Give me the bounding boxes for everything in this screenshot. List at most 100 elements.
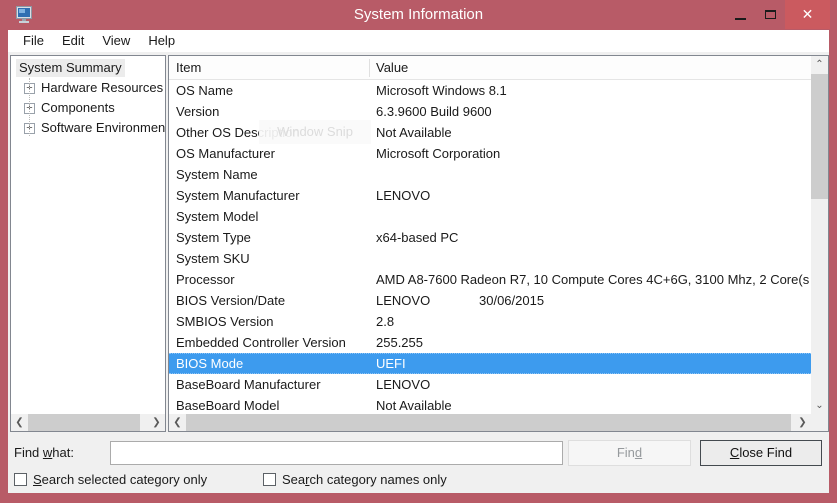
column-header-value[interactable]: Value bbox=[376, 56, 408, 80]
column-divider[interactable] bbox=[369, 59, 370, 77]
minimize-button[interactable] bbox=[725, 0, 755, 29]
menu-edit[interactable]: Edit bbox=[53, 30, 93, 52]
row-item-cell: System Type bbox=[176, 227, 368, 248]
scroll-right-icon[interactable]: ❯ bbox=[148, 414, 165, 431]
close-icon: ✕ bbox=[802, 6, 814, 23]
table-row[interactable]: SMBIOS Version 2.8 bbox=[169, 311, 811, 332]
tree-item-system-summary[interactable]: System Summary bbox=[11, 58, 165, 78]
table-hscroll-thumb[interactable] bbox=[186, 414, 791, 431]
table-row[interactable]: BIOS Mode UEFI bbox=[169, 353, 811, 374]
row-value-cell bbox=[376, 164, 809, 185]
menu-file[interactable]: File bbox=[14, 30, 53, 52]
table-row[interactable]: Processor AMD A8-7600 Radeon R7, 10 Compu… bbox=[169, 269, 811, 290]
row-item-cell: System Name bbox=[176, 164, 368, 185]
tree-item-software-environment[interactable]: +Software Environment bbox=[11, 118, 165, 138]
row-item-cell: Embedded Controller Version bbox=[176, 332, 368, 353]
row-item-cell: SMBIOS Version bbox=[176, 311, 368, 332]
table-row[interactable]: Version 6.3.9600 Build 9600 bbox=[169, 101, 811, 122]
row-item-cell: System SKU bbox=[176, 248, 368, 269]
tree-item-hardware-resources[interactable]: +Hardware Resources bbox=[11, 78, 165, 98]
table-row[interactable]: OS Manufacturer Microsoft Corporation bbox=[169, 143, 811, 164]
tree-connector-line bbox=[29, 78, 30, 136]
search-category-names-checkbox[interactable]: Search category names only bbox=[263, 470, 447, 488]
table-row[interactable]: System SKU bbox=[169, 248, 811, 269]
scroll-right-icon[interactable]: ❯ bbox=[794, 414, 811, 431]
tree-item-label: System Summary bbox=[16, 59, 125, 77]
row-value-cell: Microsoft Corporation bbox=[376, 143, 809, 164]
table-row[interactable]: BaseBoard Manufacturer LENOVO bbox=[169, 374, 811, 395]
row-item-cell: Processor bbox=[176, 269, 368, 290]
search-selected-category-checkbox[interactable]: Search selected category only bbox=[14, 470, 207, 488]
scrollbar-corner bbox=[811, 414, 828, 431]
row-value-cell: 6.3.9600 Build 9600 bbox=[376, 101, 809, 122]
row-item-cell: BIOS Mode bbox=[176, 354, 368, 373]
scroll-up-icon[interactable]: ⌃ bbox=[811, 56, 828, 73]
tree-horizontal-scrollbar[interactable]: ❮ ❯ bbox=[11, 414, 165, 431]
row-value-cell bbox=[376, 248, 809, 269]
scroll-left-icon[interactable]: ❮ bbox=[169, 414, 186, 431]
tree-hscroll-thumb[interactable] bbox=[28, 414, 140, 431]
row-item-cell: System Model bbox=[176, 206, 368, 227]
tree-item-components[interactable]: +Components bbox=[11, 98, 165, 118]
table-row[interactable]: BaseBoard Model Not Available bbox=[169, 395, 811, 414]
title-bar[interactable]: System Information ✕ bbox=[0, 0, 837, 30]
tree-item-label: Components bbox=[38, 99, 118, 117]
table-vscroll-thumb[interactable] bbox=[811, 74, 828, 199]
scroll-down-icon[interactable]: ⌄ bbox=[811, 397, 828, 414]
minimize-icon bbox=[735, 18, 746, 20]
table-row[interactable]: System Model bbox=[169, 206, 811, 227]
checkbox-icon[interactable] bbox=[263, 473, 276, 486]
row-item-cell: BaseBoard Manufacturer bbox=[176, 374, 368, 395]
client-area: File Edit View Help System Summary+Hardw… bbox=[8, 30, 829, 493]
close-button[interactable]: ✕ bbox=[785, 0, 830, 29]
row-value-cell: Not Available bbox=[376, 122, 809, 143]
row-value-cell: 2.8 bbox=[376, 311, 809, 332]
find-button[interactable]: Find bbox=[568, 440, 691, 466]
row-item-cell: OS Manufacturer bbox=[176, 143, 368, 164]
table-row[interactable]: OS NameMicrosoft Windows 8.1 bbox=[169, 80, 811, 101]
row-value-cell: Not Available bbox=[376, 395, 809, 414]
row-value-cell: LENOVO30/06/2015 bbox=[376, 290, 809, 311]
column-header-item[interactable]: Item bbox=[176, 56, 201, 80]
row-value-cell: x64-based PC bbox=[376, 227, 809, 248]
checkbox-label: Search selected category only bbox=[33, 472, 207, 487]
category-tree-panel: System Summary+Hardware Resources+Compon… bbox=[10, 55, 166, 432]
table-row[interactable]: System Type x64-based PC bbox=[169, 227, 811, 248]
tree-item-label: Hardware Resources bbox=[38, 79, 165, 97]
table-row[interactable]: BIOS Version/Date LENOVO30/06/2015 bbox=[169, 290, 811, 311]
menu-bar: File Edit View Help bbox=[8, 30, 829, 52]
window-snip-watermark: Window Snip bbox=[259, 120, 371, 144]
close-find-button[interactable]: Close Find bbox=[700, 440, 822, 466]
window-title: System Information bbox=[0, 0, 837, 30]
table-vertical-scrollbar[interactable]: ⌃ ⌄ bbox=[811, 56, 828, 414]
system-information-window: System Information ✕ File Edit View Help… bbox=[0, 0, 837, 503]
menu-help[interactable]: Help bbox=[139, 30, 184, 52]
table-header: Item Value bbox=[169, 56, 811, 80]
find-input[interactable] bbox=[110, 441, 563, 465]
maximize-icon bbox=[765, 10, 776, 19]
tree-item-label: Software Environment bbox=[38, 119, 165, 137]
menu-view[interactable]: View bbox=[93, 30, 139, 52]
row-item-cell: BaseBoard Model bbox=[176, 395, 368, 414]
row-value-cell: Microsoft Windows 8.1 bbox=[376, 80, 809, 101]
checkbox-label: Search category names only bbox=[282, 472, 447, 487]
row-item-cell: BIOS Version/Date bbox=[176, 290, 368, 311]
row-value-cell: LENOVO bbox=[376, 374, 809, 395]
table-row[interactable]: System Manufacturer LENOVO bbox=[169, 185, 811, 206]
scroll-left-icon[interactable]: ❮ bbox=[11, 414, 28, 431]
row-value-cell: AMD A8-7600 Radeon R7, 10 Compute Cores … bbox=[376, 269, 809, 290]
row-item-cell: System Manufacturer bbox=[176, 185, 368, 206]
table-row[interactable]: System Name bbox=[169, 164, 811, 185]
find-what-label: Find what: bbox=[14, 440, 74, 466]
category-tree: System Summary+Hardware Resources+Compon… bbox=[11, 58, 165, 414]
row-value-cell: LENOVO bbox=[376, 185, 809, 206]
row-value-cell: UEFI bbox=[376, 354, 809, 373]
maximize-button[interactable] bbox=[755, 0, 785, 29]
table-row[interactable]: Embedded Controller Version 255.255 bbox=[169, 332, 811, 353]
table-horizontal-scrollbar[interactable]: ❮ ❯ bbox=[169, 414, 811, 431]
row-value-cell: 255.255 bbox=[376, 332, 809, 353]
row-item-cell: Version bbox=[176, 101, 368, 122]
row-value-cell bbox=[376, 206, 809, 227]
checkbox-icon[interactable] bbox=[14, 473, 27, 486]
summary-table-panel: Item Value OS NameMicrosoft Windows 8.1V… bbox=[168, 55, 829, 432]
